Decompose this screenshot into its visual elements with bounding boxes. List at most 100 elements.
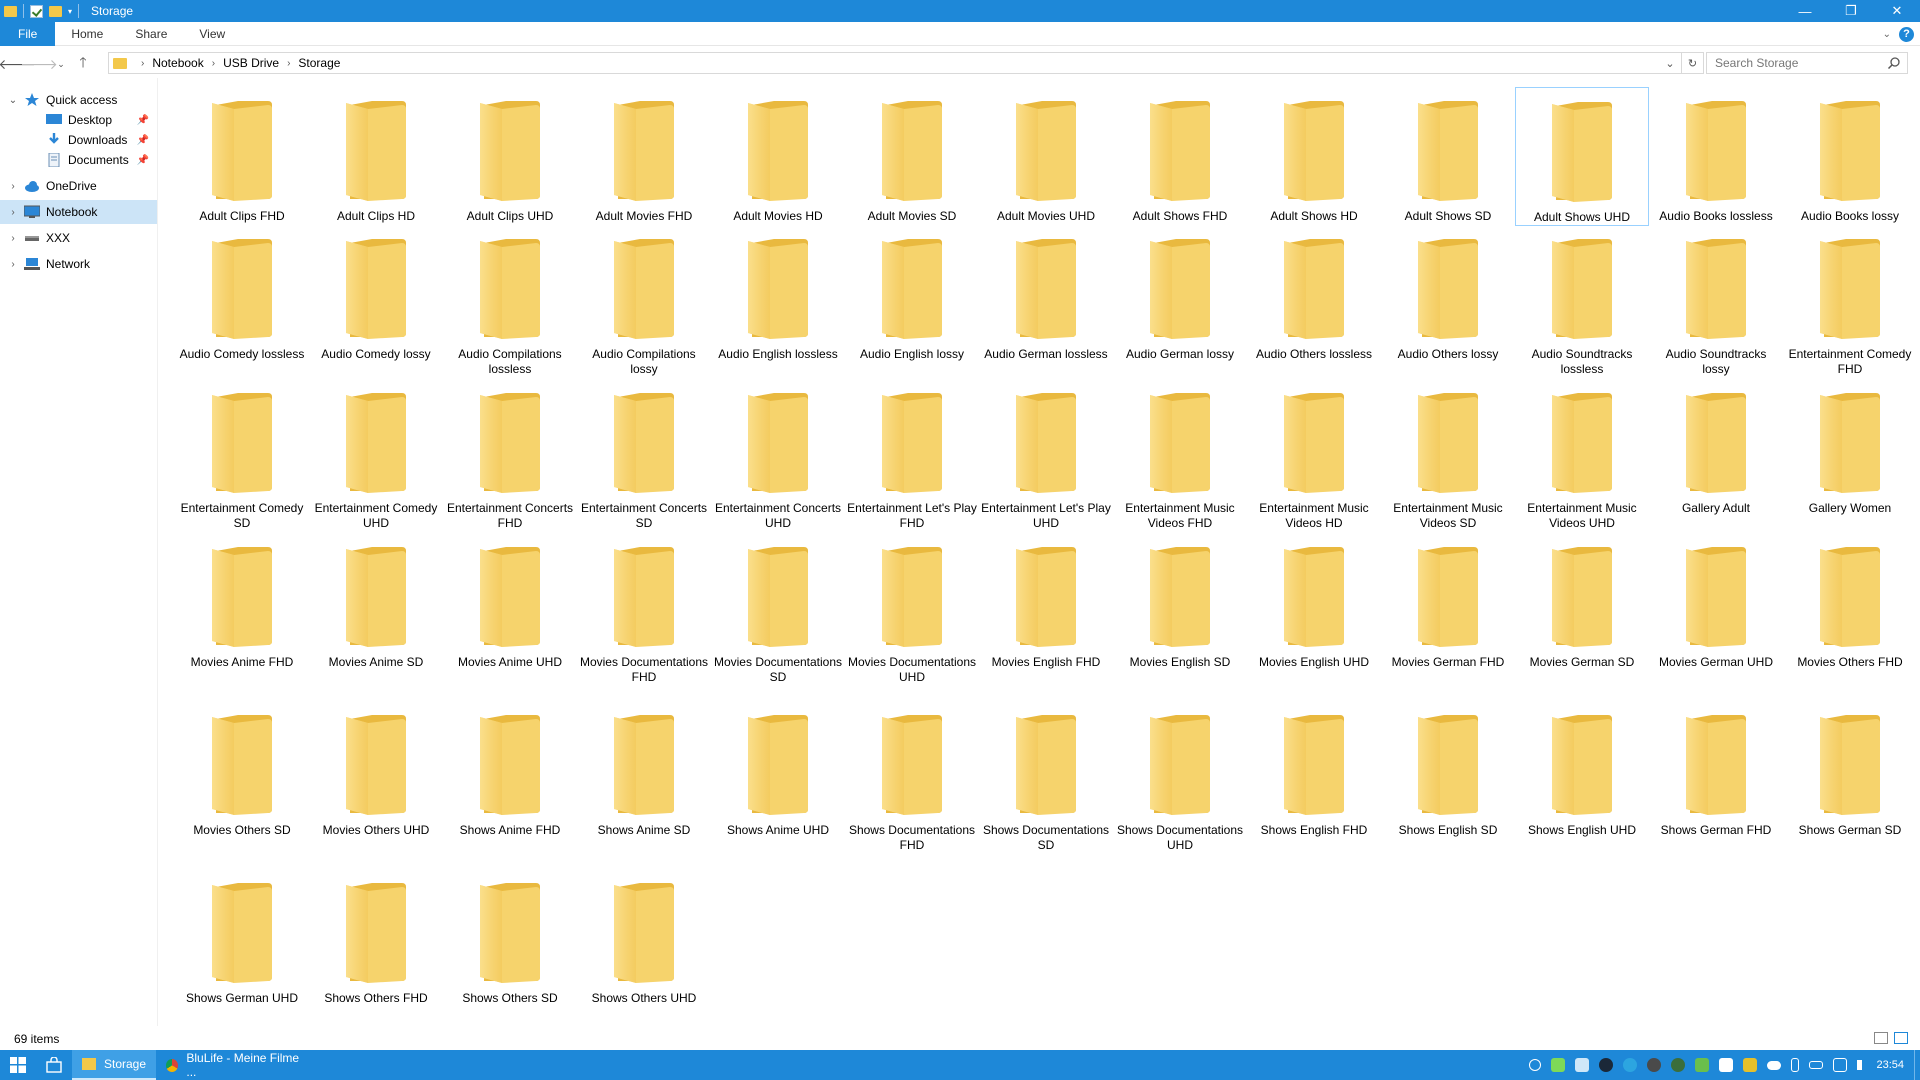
volume-icon[interactable] bbox=[1857, 1060, 1865, 1070]
folder-item[interactable]: Entertainment Concerts UHD bbox=[711, 379, 845, 531]
folder-item[interactable]: Shows German SD bbox=[1783, 701, 1917, 838]
people-icon[interactable] bbox=[1529, 1059, 1542, 1071]
breadcrumb-usb-drive[interactable]: USB Drive bbox=[223, 56, 279, 70]
app-tray-icon[interactable] bbox=[1671, 1058, 1686, 1072]
close-button[interactable]: ✕ bbox=[1874, 0, 1920, 22]
telegram-icon[interactable] bbox=[1623, 1058, 1638, 1072]
pin-icon[interactable]: 📌 bbox=[137, 135, 149, 146]
folder-item[interactable]: Audio Books lossless bbox=[1649, 87, 1783, 224]
folder-item[interactable]: Adult Movies UHD bbox=[979, 87, 1113, 224]
folder-item[interactable]: Entertainment Music Videos UHD bbox=[1515, 379, 1649, 531]
chevron-right-icon[interactable]: › bbox=[6, 181, 20, 192]
app-tray-icon[interactable] bbox=[1575, 1058, 1590, 1072]
folder-item[interactable]: Movies Documentations SD bbox=[711, 533, 845, 685]
tab-share[interactable]: Share bbox=[119, 22, 183, 46]
network-icon[interactable] bbox=[1833, 1058, 1848, 1072]
folder-item[interactable]: Shows English FHD bbox=[1247, 701, 1381, 838]
tab-view[interactable]: View bbox=[183, 22, 241, 46]
expand-ribbon-icon[interactable]: ⌄ bbox=[1883, 29, 1891, 40]
folder-item[interactable]: Shows Documentations UHD bbox=[1113, 701, 1247, 853]
folder-item[interactable]: Adult Movies SD bbox=[845, 87, 979, 224]
folder-item[interactable]: Movies Anime SD bbox=[309, 533, 443, 670]
folder-item[interactable]: Shows German FHD bbox=[1649, 701, 1783, 838]
nav-item-network[interactable]: › Network bbox=[0, 252, 157, 276]
folder-item[interactable]: Audio Others lossy bbox=[1381, 225, 1515, 362]
folder-item[interactable]: Movies German FHD bbox=[1381, 533, 1515, 670]
folder-item[interactable]: Audio English lossy bbox=[845, 225, 979, 362]
folder-item[interactable]: Movies English FHD bbox=[979, 533, 1113, 670]
app-tray-icon[interactable] bbox=[1695, 1058, 1710, 1072]
folder-item[interactable]: Gallery Adult bbox=[1649, 379, 1783, 516]
nav-item-notebook[interactable]: › Notebook bbox=[0, 200, 157, 224]
folder-item[interactable]: Entertainment Comedy SD bbox=[175, 379, 309, 531]
folder-item[interactable]: Audio Others lossless bbox=[1247, 225, 1381, 362]
tab-home[interactable]: Home bbox=[55, 22, 119, 46]
customize-toolbar-icon[interactable]: ▾ bbox=[68, 7, 72, 16]
nav-item-onedrive[interactable]: › OneDrive bbox=[0, 174, 157, 198]
folder-item[interactable]: Audio German lossy bbox=[1113, 225, 1247, 362]
chevron-down-icon[interactable]: ⌄ bbox=[1659, 53, 1681, 73]
folder-item[interactable]: Entertainment Let's Play UHD bbox=[979, 379, 1113, 531]
folder-item[interactable]: Movies German UHD bbox=[1649, 533, 1783, 670]
forward-button[interactable]: 🡒 bbox=[20, 53, 58, 75]
folder-item[interactable]: Shows Others UHD bbox=[577, 869, 711, 1006]
show-desktop-button[interactable] bbox=[1914, 1050, 1920, 1080]
new-folder-icon[interactable] bbox=[49, 5, 62, 17]
clock[interactable]: 23:54 bbox=[1876, 1059, 1904, 1071]
folder-item[interactable]: Movies German SD bbox=[1515, 533, 1649, 670]
power-icon[interactable] bbox=[1809, 1061, 1824, 1069]
security-icon[interactable] bbox=[1743, 1058, 1758, 1072]
steam-icon[interactable] bbox=[1599, 1058, 1614, 1072]
folder-item[interactable]: Audio Comedy lossless bbox=[175, 225, 309, 362]
folder-item[interactable]: Entertainment Let's Play FHD bbox=[845, 379, 979, 531]
folder-item[interactable]: Shows Anime FHD bbox=[443, 701, 577, 838]
folder-item[interactable]: Shows Others FHD bbox=[309, 869, 443, 1006]
folder-item[interactable]: Shows Documentations SD bbox=[979, 701, 1113, 853]
folder-item[interactable]: Gallery Women bbox=[1783, 379, 1917, 516]
breadcrumb-storage[interactable]: Storage bbox=[298, 56, 340, 70]
taskbar-app-storage[interactable]: Storage bbox=[72, 1050, 157, 1080]
pin-icon[interactable]: 📌 bbox=[137, 155, 149, 166]
folder-item[interactable]: Entertainment Comedy FHD bbox=[1783, 225, 1917, 377]
refresh-icon[interactable]: ↻ bbox=[1681, 53, 1703, 73]
play-icon[interactable] bbox=[1551, 1058, 1566, 1072]
folder-item[interactable]: Movies Others UHD bbox=[309, 701, 443, 838]
folder-item[interactable]: Entertainment Music Videos HD bbox=[1247, 379, 1381, 531]
folder-item[interactable]: Audio Compilations lossy bbox=[577, 225, 711, 377]
folder-item[interactable]: Adult Shows HD bbox=[1247, 87, 1381, 224]
nav-item-xxx[interactable]: › XXX bbox=[0, 226, 157, 250]
up-button[interactable]: 🡑 bbox=[72, 53, 94, 75]
recent-locations-icon[interactable]: ⌄ bbox=[50, 53, 72, 75]
folder-item[interactable]: Shows Documentations FHD bbox=[845, 701, 979, 853]
tab-file[interactable]: File bbox=[0, 21, 56, 46]
chevron-right-icon[interactable]: › bbox=[6, 207, 20, 218]
chevron-right-icon[interactable]: › bbox=[6, 259, 20, 270]
chevron-down-icon[interactable]: ⌄ bbox=[6, 95, 20, 106]
app-tray-icon[interactable] bbox=[1647, 1058, 1662, 1072]
usb-eject-icon[interactable] bbox=[1791, 1058, 1800, 1072]
folder-item[interactable]: Shows Others SD bbox=[443, 869, 577, 1006]
large-icons-view-icon[interactable] bbox=[1894, 1032, 1908, 1044]
folder-item[interactable]: Movies Documentations FHD bbox=[577, 533, 711, 685]
maximize-button[interactable]: ❐ bbox=[1828, 0, 1874, 22]
folder-item[interactable]: Audio Comedy lossy bbox=[309, 225, 443, 362]
help-icon[interactable]: ? bbox=[1899, 26, 1914, 42]
store-button[interactable] bbox=[36, 1050, 72, 1080]
chevron-right-icon[interactable]: › bbox=[212, 58, 215, 69]
onedrive-icon[interactable] bbox=[1767, 1060, 1782, 1070]
folder-item[interactable]: Movies Others FHD bbox=[1783, 533, 1917, 670]
folder-item[interactable]: Adult Movies FHD bbox=[577, 87, 711, 224]
start-button[interactable] bbox=[0, 1050, 36, 1080]
folder-item[interactable]: Adult Clips UHD bbox=[443, 87, 577, 224]
folder-item[interactable]: Audio Soundtracks lossless bbox=[1515, 225, 1649, 377]
folder-item[interactable]: Shows German UHD bbox=[175, 869, 309, 1006]
minimize-button[interactable]: — bbox=[1782, 0, 1828, 22]
folder-item[interactable]: Entertainment Music Videos FHD bbox=[1113, 379, 1247, 531]
pin-icon[interactable]: 📌 bbox=[137, 115, 149, 126]
folder-item[interactable]: Adult Shows SD bbox=[1381, 87, 1515, 224]
shield-icon[interactable] bbox=[1719, 1058, 1734, 1072]
folder-item[interactable]: Movies Anime UHD bbox=[443, 533, 577, 670]
folder-item[interactable]: Shows Anime SD bbox=[577, 701, 711, 838]
folder-item[interactable]: Entertainment Comedy UHD bbox=[309, 379, 443, 531]
folder-item[interactable]: Adult Movies HD bbox=[711, 87, 845, 224]
